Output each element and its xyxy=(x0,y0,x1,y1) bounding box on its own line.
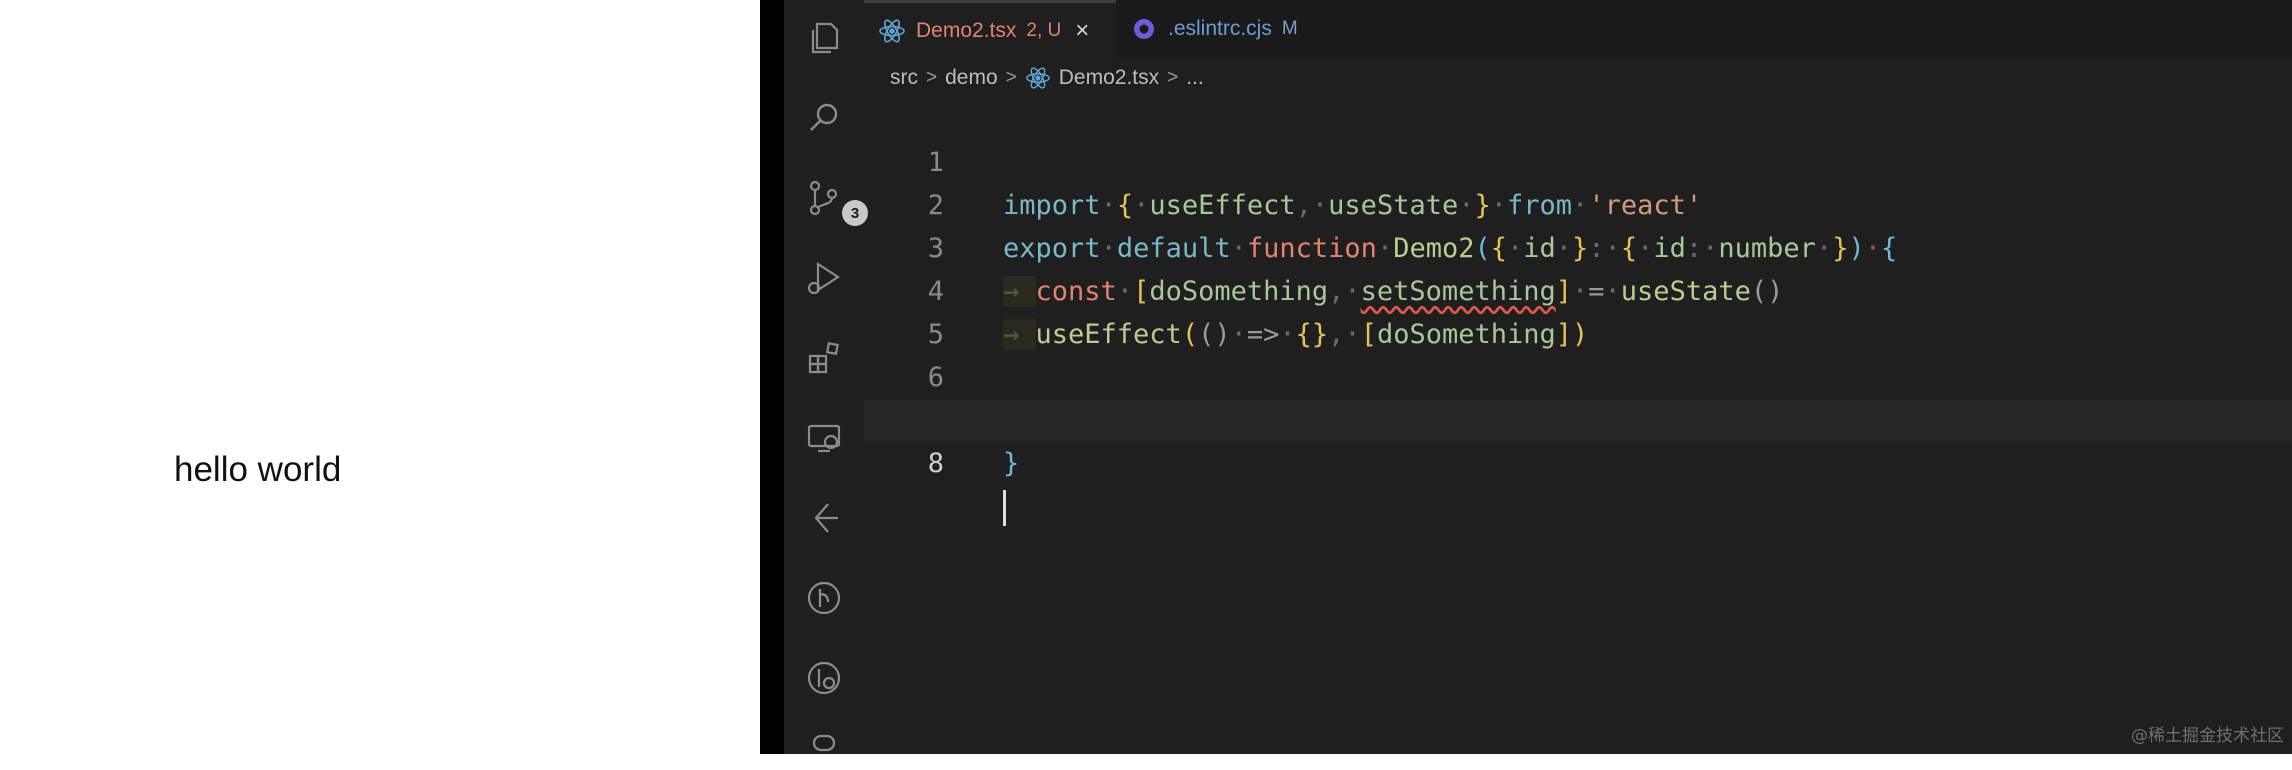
chevron-right-icon: > xyxy=(1005,67,1017,88)
code-line: 1 import·{·useEffect,·useState·}·from·'r… xyxy=(864,98,2292,221)
tab-bar: Demo2.tsx 2, U × .eslintrc.cjs M xyxy=(864,0,2292,58)
code-area[interactable]: 1 import·{·useEffect,·useState·}·from·'r… xyxy=(864,98,2292,754)
text-cursor xyxy=(1003,489,1006,526)
preview-output-text: hello world xyxy=(174,450,342,489)
code-line-current: 8 xyxy=(864,399,2292,526)
git-graph-icon[interactable] xyxy=(804,578,844,618)
code-text: } xyxy=(1003,448,1020,479)
run-debug-icon[interactable] xyxy=(804,258,844,298)
watermark: @稀土掘金技术社区 xyxy=(2131,726,2284,746)
eslint-icon xyxy=(1130,15,1158,43)
more-icon[interactable] xyxy=(804,730,844,770)
git-lens-icon[interactable] xyxy=(804,658,844,698)
tab-git-status: M xyxy=(1281,18,1298,39)
code-line: 7 } xyxy=(864,356,2292,479)
tab-eslintrc-cjs[interactable]: .eslintrc.cjs M xyxy=(1116,0,1336,58)
chevron-right-icon: > xyxy=(1167,67,1179,88)
chevron-right-icon: > xyxy=(926,67,938,88)
breadcrumb-item-demo[interactable]: demo xyxy=(945,66,998,90)
extensions-icon[interactable] xyxy=(804,338,844,378)
tab-problem-status: 2, U xyxy=(1026,19,1062,41)
window-divider xyxy=(760,0,784,754)
source-control-icon[interactable]: 3 xyxy=(804,178,868,226)
tab-label: Demo2.tsx xyxy=(916,18,1017,42)
breadcrumb: src > demo > Demo2.tsx > ... xyxy=(864,58,2292,98)
breadcrumb-item-file[interactable]: Demo2.tsx xyxy=(1059,66,1159,90)
react-icon xyxy=(1025,65,1051,91)
code-line: 5 xyxy=(864,270,2292,350)
tab-demo2-tsx[interactable]: Demo2.tsx 2, U × xyxy=(864,0,1116,58)
tab-label: .eslintrc.cjs xyxy=(1168,17,1272,40)
explorer-icon[interactable] xyxy=(804,18,844,58)
breadcrumb-item-src[interactable]: src xyxy=(890,66,918,90)
breadcrumb-item-symbol[interactable]: ... xyxy=(1186,66,1204,90)
code-line: 3 → const·[doSomething,·setSomething]·=·… xyxy=(864,184,2292,307)
code-line: 4 → useEffect(()·=>·{},·[doSomething]) xyxy=(864,227,2292,350)
remote-explorer-icon[interactable] xyxy=(804,418,844,458)
preview-pane: hello world xyxy=(0,0,760,754)
code-text xyxy=(1003,485,1006,528)
react-icon xyxy=(878,17,906,45)
line-number: 8 xyxy=(927,448,944,479)
search-icon[interactable] xyxy=(804,98,844,138)
code-editor-window: 3 Demo2.tsx 2, U × .eslintrc.cjs M src >… xyxy=(784,0,2292,754)
code-line: 2 export·default·function·Demo2({·id·}:·… xyxy=(864,141,2292,264)
activity-bar: 3 xyxy=(784,0,868,754)
close-icon[interactable]: × xyxy=(1075,17,1089,45)
code-line: 6 → return·<div>{!id·?·'hello world'·:·<… xyxy=(864,313,2292,436)
testing-icon[interactable] xyxy=(804,498,844,538)
